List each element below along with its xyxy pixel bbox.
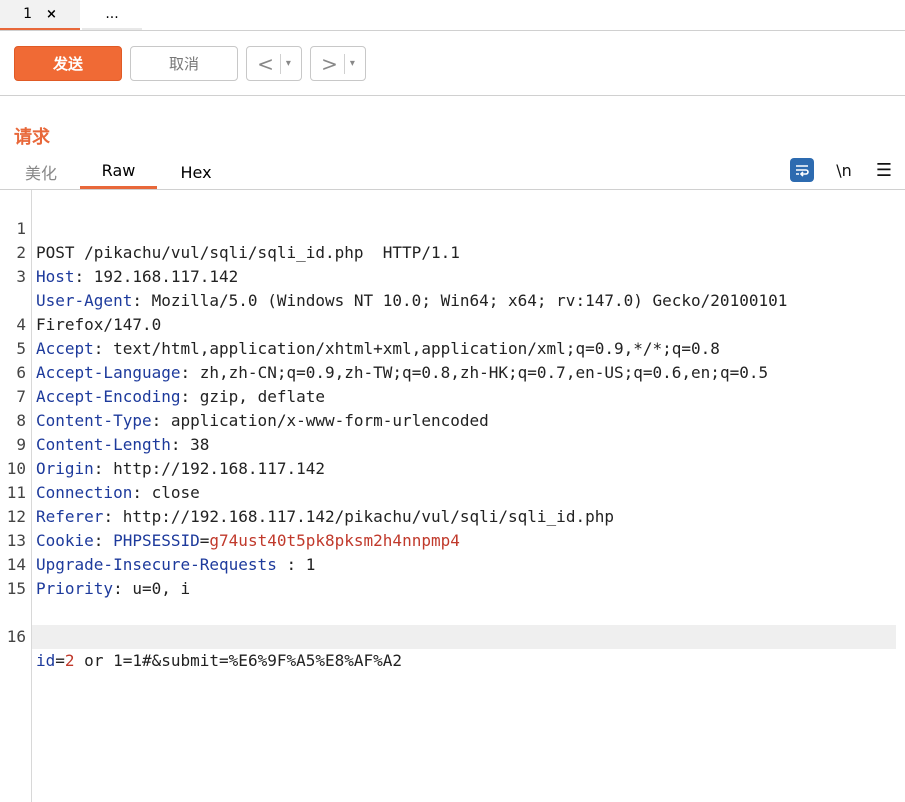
code-line: 15 <box>0 553 905 598</box>
code-line: 10 Connection: close <box>0 433 905 502</box>
menu-icon[interactable]: ☰ <box>872 158 896 182</box>
request-editor[interactable]: 1 POST /pikachu/vul/sqli/sqli_id.php HTT… <box>0 190 905 802</box>
code-line: 5 Accept-Language: zh,zh-CN;q=0.9,zh-TW;… <box>0 313 905 382</box>
chevron-right-icon: > <box>321 53 345 74</box>
code-line: 3 User-Agent: Mozilla/5.0 (Windows NT 10… <box>0 241 905 310</box>
code-line: 1 POST /pikachu/vul/sqli/sqli_id.php HTT… <box>0 193 905 262</box>
line-number: 16 <box>6 627 26 646</box>
section-title: 请求 <box>14 127 50 148</box>
tab-label: 1 <box>23 6 32 22</box>
code-line-current: 16 id=2 or 1=1#&submit=%E6%9F%A5%E8%AF%A… <box>0 577 905 670</box>
code-line: 11 Referer: http://192.168.117.142/pikac… <box>0 457 905 526</box>
newline-icon[interactable]: \n <box>832 158 856 182</box>
code-line: 2 Host: 192.168.117.142 <box>0 217 905 286</box>
code-line: 4 Accept: text/html,application/xhtml+xm… <box>0 289 905 358</box>
chevron-left-icon: < <box>257 53 281 74</box>
body-rest: or 1=1#&submit=%E6%9F%A5%E8%AF%A2 <box>74 651 403 670</box>
code-line: 14 Priority: u=0, i <box>0 529 905 598</box>
dropdown-icon[interactable]: ▾ <box>345 58 355 69</box>
code-line: 12 Cookie: PHPSESSID=g74ust40t5pk8pksm2h… <box>0 481 905 550</box>
body-param-name: id <box>36 651 56 670</box>
tab-more[interactable]: ... <box>82 0 142 30</box>
toolbar: 发送 取消 < ▾ > ▾ <box>0 31 905 96</box>
back-button[interactable]: < ▾ <box>246 46 302 81</box>
tab-bar: 1 × ... <box>0 0 905 31</box>
cancel-button[interactable]: 取消 <box>130 46 238 81</box>
view-tabs: 美化 Raw Hex <box>0 155 905 190</box>
code-line: 7 Content-Type: application/x-www-form-u… <box>0 361 905 430</box>
tab-label: ... <box>105 6 119 22</box>
tab-1[interactable]: 1 × <box>0 0 80 30</box>
dropdown-icon[interactable]: ▾ <box>281 58 291 69</box>
tab-raw[interactable]: Raw <box>80 155 157 189</box>
code-line: 8 Content-Length: 38 <box>0 385 905 454</box>
body-eq: = <box>55 651 65 670</box>
send-button[interactable]: 发送 <box>14 46 122 81</box>
close-icon[interactable]: × <box>46 7 57 22</box>
forward-button[interactable]: > ▾ <box>310 46 366 81</box>
current-line-highlight <box>32 625 896 649</box>
tab-hex[interactable]: Hex <box>178 155 214 189</box>
code-line: Firefox/147.0 <box>0 265 905 334</box>
wrap-icon[interactable] <box>790 158 814 182</box>
code-line: 9 Origin: http://192.168.117.142 <box>0 409 905 478</box>
code-line: 13 Upgrade-Insecure-Requests : 1 <box>0 505 905 574</box>
tab-pretty[interactable]: 美化 <box>22 155 60 189</box>
body-param-value: 2 <box>64 651 75 670</box>
code-line: 6 Accept-Encoding: gzip, deflate <box>0 337 905 406</box>
